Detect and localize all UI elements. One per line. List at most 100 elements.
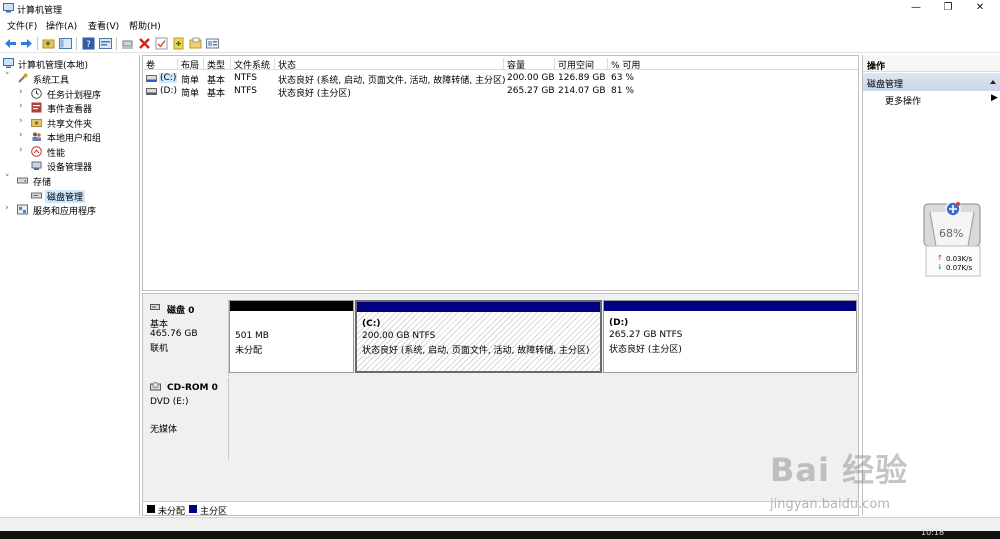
upload-arrow-icon: ↑: [937, 254, 943, 262]
actions-header: 操作: [863, 55, 1000, 72]
shared-folder-icon: [31, 119, 42, 127]
title-bar: 计算机管理 — ❐ ✕: [0, 0, 1000, 17]
taskbar-clock: 10:18: [921, 528, 945, 537]
expand-chevron-icon[interactable]: ˅: [5, 174, 13, 184]
volume-icon: [146, 88, 157, 95]
column-header-layout[interactable]: 布局: [178, 58, 204, 71]
collapse-chevron-icon[interactable]: ›: [19, 87, 27, 97]
cdrom-0-label[interactable]: CD-ROM 0 DVD (E:) 无媒体: [145, 378, 229, 460]
services-icon: [17, 204, 28, 215]
download-arrow-icon: ↓: [937, 263, 943, 271]
legend-swatch-unallocated: [147, 505, 155, 513]
column-header-percent-free[interactable]: % 可用: [608, 58, 858, 71]
legend-swatch-primary: [189, 505, 197, 513]
network-speed-widget[interactable]: 68% ↑ 0.03K/s ↓ 0.07K/s: [922, 198, 984, 280]
disk-status: 联机: [150, 344, 169, 354]
new-icon[interactable]: [172, 37, 185, 50]
disk-layout-view: 磁盘 0 基本 465.76 GB 联机 501 MB 未分配 (C:) 200…: [142, 293, 859, 517]
more-actions-label: 更多操作: [885, 97, 922, 107]
volume-list-header: 卷 布局 类型 文件系统 状态 容量 可用空间 % 可用: [143, 56, 858, 71]
export-icon[interactable]: [206, 37, 219, 50]
partition-status: 未分配: [235, 346, 263, 356]
partition-color-bar: [230, 301, 353, 311]
properties-icon[interactable]: [99, 37, 112, 50]
watermark-url: jingyan.baidu.com: [770, 497, 890, 512]
collapse-chevron-icon[interactable]: ›: [19, 116, 27, 126]
volume-capacity: 265.27 GB: [507, 86, 555, 96]
toolbar-separator: [116, 37, 117, 50]
console-tree-icon[interactable]: [59, 37, 72, 50]
expand-chevron-icon[interactable]: ˅: [5, 72, 13, 82]
toolbar-separator: [76, 37, 77, 50]
help-icon[interactable]: ?: [82, 37, 95, 50]
delete-icon[interactable]: [138, 37, 151, 50]
menu-file[interactable]: 文件(F): [7, 19, 37, 32]
toolbar: ?: [0, 34, 1000, 53]
collapse-chevron-icon[interactable]: ›: [19, 101, 27, 111]
forward-arrow-icon[interactable]: [20, 37, 33, 50]
column-header-status[interactable]: 状态: [275, 58, 504, 71]
menu-help[interactable]: 帮助(H): [129, 19, 161, 32]
table-row[interactable]: (C:) 简单 基本 NTFS 状态良好 (系统, 启动, 页面文件, 活动, …: [143, 72, 858, 86]
device-manager-icon: [31, 161, 42, 170]
column-header-type[interactable]: 类型: [204, 58, 231, 71]
volume-capacity: 200.00 GB: [507, 73, 555, 83]
column-header-free-space[interactable]: 可用空间: [555, 58, 608, 71]
connect-icon[interactable]: [121, 37, 134, 50]
partition-unallocated[interactable]: 501 MB 未分配: [229, 300, 354, 373]
storage-icon: [17, 177, 28, 184]
maximize-button[interactable]: ❐: [932, 0, 964, 17]
selection-hatch: [357, 312, 600, 371]
clock-icon: [31, 88, 42, 99]
volume-percent-free: 81 %: [611, 86, 634, 96]
tools-icon: [18, 73, 28, 83]
partition-status: 状态良好 (主分区): [609, 345, 682, 355]
actions-section-disk-management[interactable]: 磁盘管理: [863, 73, 1000, 91]
column-header-filesystem[interactable]: 文件系统: [231, 58, 275, 71]
tree-item-label: 系统工具: [33, 76, 70, 86]
actions-section-label: 磁盘管理: [867, 80, 904, 90]
download-speed: 0.07K/s: [946, 264, 973, 272]
more-actions-item[interactable]: 更多操作 ▶: [863, 92, 1000, 108]
partition-letter: (C:): [362, 319, 381, 329]
partition-c[interactable]: (C:) 200.00 GB NTFS 状态良好 (系统, 启动, 页面文件, …: [355, 300, 602, 373]
collapse-chevron-icon[interactable]: ›: [19, 130, 27, 140]
collapse-up-icon[interactable]: [989, 78, 997, 86]
disk-name: CD-ROM 0: [167, 383, 218, 393]
performance-icon: [31, 146, 42, 157]
volume-name: (C:): [159, 73, 178, 83]
collapse-chevron-icon[interactable]: ›: [5, 203, 13, 213]
column-header-volume[interactable]: 卷: [143, 58, 178, 71]
volume-layout: 简单: [181, 89, 200, 99]
partition-status: 状态良好 (系统, 启动, 页面文件, 活动, 故障转储, 主分区): [362, 346, 590, 356]
close-button[interactable]: ✕: [964, 0, 996, 17]
partition-d[interactable]: (D:) 265.27 GB NTFS 状态良好 (主分区): [603, 300, 857, 373]
actions-title: 操作: [867, 62, 886, 72]
up-folder-icon[interactable]: [42, 37, 55, 50]
volume-list: 卷 布局 类型 文件系统 状态 容量 可用空间 % 可用 (C:) 简单 基本 …: [142, 55, 859, 291]
back-arrow-icon[interactable]: [4, 37, 17, 50]
menu-view[interactable]: 查看(V): [88, 19, 119, 32]
computer-management-window: 计算机管理 — ❐ ✕ 文件(F) 操作(A) 查看(V) 帮助(H) ? 计算…: [0, 0, 1000, 539]
disk-size: 465.76 GB: [150, 329, 198, 339]
svg-text:?: ?: [86, 40, 91, 50]
disk-0-label[interactable]: 磁盘 0 基本 465.76 GB 联机: [145, 300, 229, 376]
volume-free-space: 214.07 GB: [558, 86, 606, 96]
collapse-chevron-icon[interactable]: ›: [19, 145, 27, 155]
legend-label: 未分配: [158, 507, 186, 517]
volume-status: 状态良好 (主分区): [278, 89, 351, 99]
tree-root-label: 计算机管理(本地): [18, 61, 89, 71]
table-row[interactable]: (D:) 简单 基本 NTFS 状态良好 (主分区) 265.27 GB 214…: [143, 85, 858, 99]
column-header-capacity[interactable]: 容量: [504, 58, 555, 71]
volume-name: (D:): [160, 86, 177, 96]
minimize-button[interactable]: —: [900, 0, 932, 17]
open-icon[interactable]: [189, 37, 202, 50]
tree-item-label: 性能: [47, 149, 66, 159]
computer-management-icon: [3, 58, 14, 68]
checkmark-icon[interactable]: [155, 37, 168, 50]
volume-percent-free: 63 %: [611, 73, 634, 83]
menu-action[interactable]: 操作(A): [46, 19, 77, 32]
tree-item-label: 本地用户和组: [47, 134, 102, 144]
legend-label: 主分区: [200, 507, 228, 517]
partition-color-bar: [357, 302, 600, 312]
